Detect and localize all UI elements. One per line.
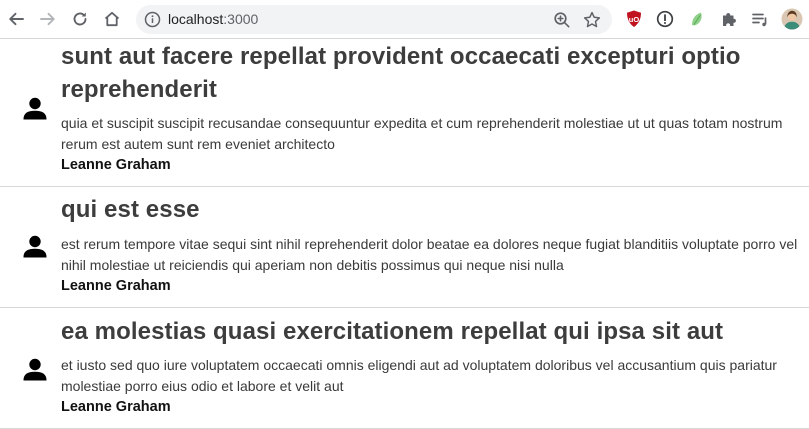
post-item: qui est esse est rerum tempore vitae seq… (0, 187, 809, 308)
post-item: sunt aut facere repellat provident occae… (0, 39, 809, 187)
post-list: sunt aut facere repellat provident occae… (0, 39, 809, 429)
post-author: Leanne Graham (61, 157, 171, 173)
zoom-icon[interactable] (552, 10, 572, 30)
post-title: sunt aut facere repellat provident occae… (61, 43, 741, 103)
ublock-icon[interactable]: uO (624, 9, 644, 29)
post-body: est rerum tempore vitae sequi sint nihil… (61, 236, 798, 273)
post-author: Leanne Graham (61, 399, 171, 415)
user-icon (23, 358, 47, 381)
post-content: qui est esse est rerum tempore vitae seq… (61, 187, 801, 296)
privacy-icon[interactable] (655, 9, 675, 29)
arrow-right-icon[interactable] (37, 8, 59, 30)
address-bar[interactable]: localhost:3000 (136, 5, 612, 34)
arrow-left-icon[interactable] (5, 8, 27, 30)
svg-text:uO: uO (629, 15, 640, 24)
url-text[interactable]: localhost:3000 (168, 11, 258, 27)
star-icon[interactable] (582, 10, 602, 30)
reading-list-icon[interactable] (750, 9, 770, 29)
post-body: et iusto sed quo iure voluptatem occaeca… (61, 357, 777, 394)
info-circle-icon[interactable] (144, 11, 161, 28)
home-icon[interactable] (101, 8, 123, 30)
profile-avatar-icon[interactable] (781, 8, 803, 30)
browser-toolbar: localhost:3000 uO (0, 0, 809, 39)
post-body: quia et suscipit suscipit recusandae con… (61, 115, 783, 152)
post-title: ea molestias quasi exercitationem repell… (61, 318, 724, 345)
post-item: ea molestias quasi exercitationem repell… (0, 308, 809, 429)
reload-icon[interactable] (69, 8, 91, 30)
animal-crossing-icon[interactable] (688, 9, 708, 29)
post-title: qui est esse (61, 196, 200, 223)
user-icon (23, 97, 47, 120)
url-port: :3000 (223, 11, 259, 27)
post-content: ea molestias quasi exercitationem repell… (61, 308, 801, 417)
user-icon (23, 235, 47, 258)
url-host: localhost (168, 11, 224, 27)
post-author: Leanne Graham (61, 278, 171, 294)
post-content: sunt aut facere repellat provident occae… (61, 39, 801, 175)
puzzle-icon[interactable] (719, 9, 739, 29)
